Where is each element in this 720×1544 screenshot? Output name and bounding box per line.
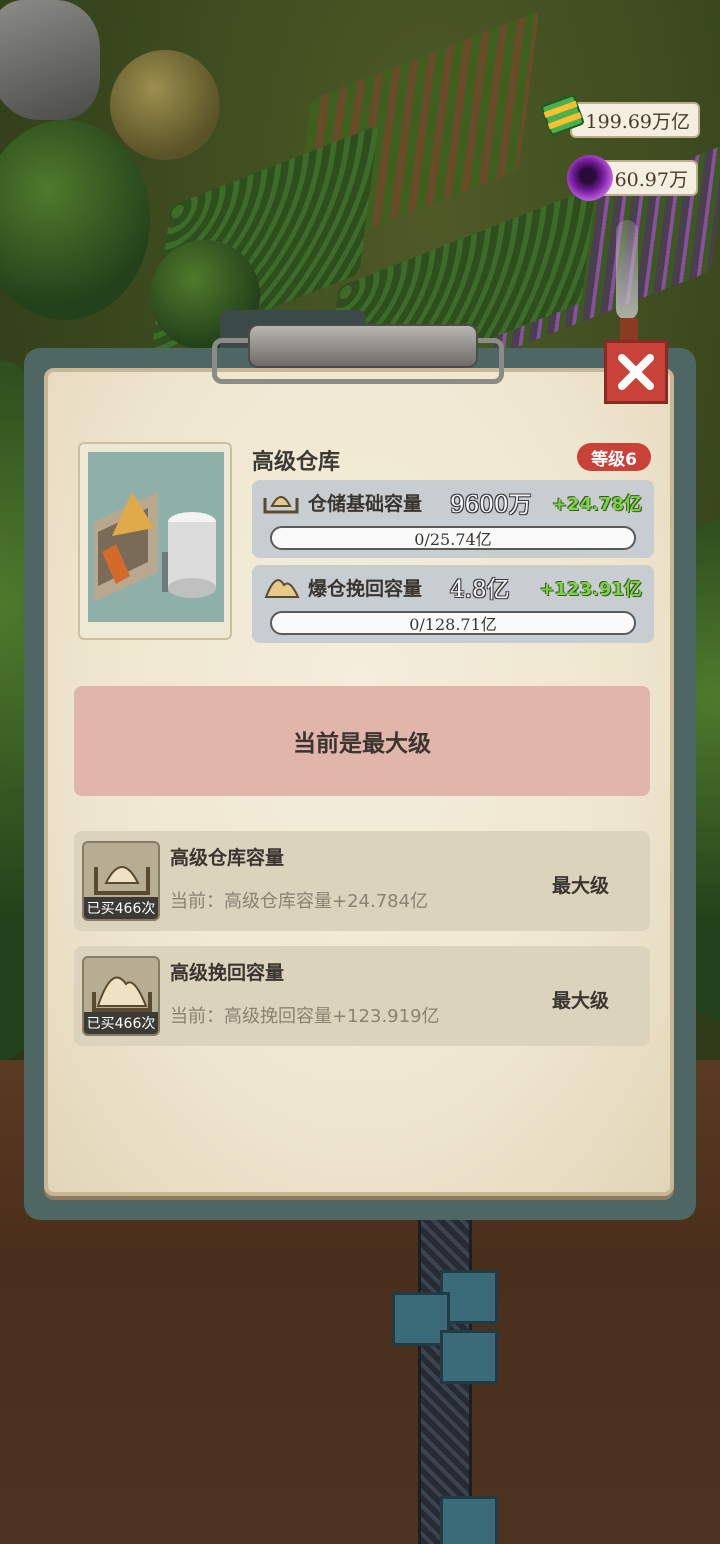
- stat-label: 爆仓挽回容量: [308, 578, 423, 600]
- stat-label: 仓储基础容量: [308, 493, 423, 515]
- progress-bar: 0/25.74亿: [270, 526, 636, 550]
- upgrade-status: 最大级: [552, 990, 610, 1012]
- stat-bonus: +24.78亿: [551, 494, 642, 515]
- overflow-pile-icon: [264, 579, 300, 598]
- level-badge: 等级6: [577, 443, 651, 471]
- upgrade-row-storage[interactable]: 已买466次 高级仓库容量 当前：高级仓库容量+24.784亿 最大级: [74, 831, 650, 931]
- upgrade-icon: 已买466次: [82, 956, 160, 1036]
- clip-bar: [248, 324, 478, 368]
- building-title: 高级仓库: [252, 450, 341, 475]
- ore-crate: [440, 1496, 498, 1544]
- upgrade-status: 最大级: [552, 875, 610, 897]
- building-thumbnail: [78, 442, 232, 640]
- tree: [110, 50, 220, 160]
- close-button[interactable]: [604, 340, 668, 404]
- gem-amount: 60.97万: [614, 168, 688, 191]
- gem-icon: [567, 155, 613, 201]
- upgrade-description: 当前：高级仓库容量+24.784亿: [170, 891, 429, 912]
- stat-value: 4.8亿: [450, 577, 510, 603]
- storage-tray-icon: [263, 496, 299, 514]
- warehouse-illustration: [88, 452, 224, 622]
- cash-amount: 199.69万亿: [585, 110, 690, 133]
- overflow-pile-icon: [92, 976, 152, 1012]
- stat-overflow-recovery: 爆仓挽回容量 4.8亿 +123.91亿 0/128.71亿: [252, 565, 654, 643]
- rock: [0, 0, 100, 120]
- upgrade-description: 当前：高级挽回容量+123.919亿: [170, 1006, 440, 1027]
- progress-bar: 0/128.71亿: [270, 611, 636, 635]
- progress-text: 0/25.74亿: [414, 530, 492, 549]
- cash-counter[interactable]: 199.69万亿: [570, 102, 700, 138]
- storage-tray-icon: [94, 866, 150, 895]
- stat-storage-capacity: 仓储基础容量 9600万 +24.78亿 0/25.74亿: [252, 480, 654, 558]
- upgrade-icon: 已买466次: [82, 841, 160, 921]
- max-level-button[interactable]: 当前是最大级: [74, 686, 650, 796]
- tree: [0, 120, 150, 320]
- stat-bonus: +123.91亿: [539, 579, 642, 600]
- max-level-label: 当前是最大级: [293, 731, 431, 757]
- upgrade-title: 高级挽回容量: [170, 962, 285, 984]
- ore-crate: [440, 1330, 498, 1384]
- upgrade-title: 高级仓库容量: [170, 847, 285, 869]
- cash-icon: [540, 92, 586, 140]
- chimney-smoke: [616, 220, 638, 320]
- upgrade-row-recovery[interactable]: 已买466次 高级挽回容量 当前：高级挽回容量+123.919亿 最大级: [74, 946, 650, 1046]
- progress-text: 0/128.71亿: [409, 615, 497, 634]
- stat-value: 9600万: [450, 492, 532, 518]
- clipboard-clip: [212, 324, 508, 388]
- close-icon: [618, 354, 654, 390]
- purchase-count: 已买466次: [84, 1012, 158, 1034]
- purchase-count: 已买466次: [84, 897, 158, 919]
